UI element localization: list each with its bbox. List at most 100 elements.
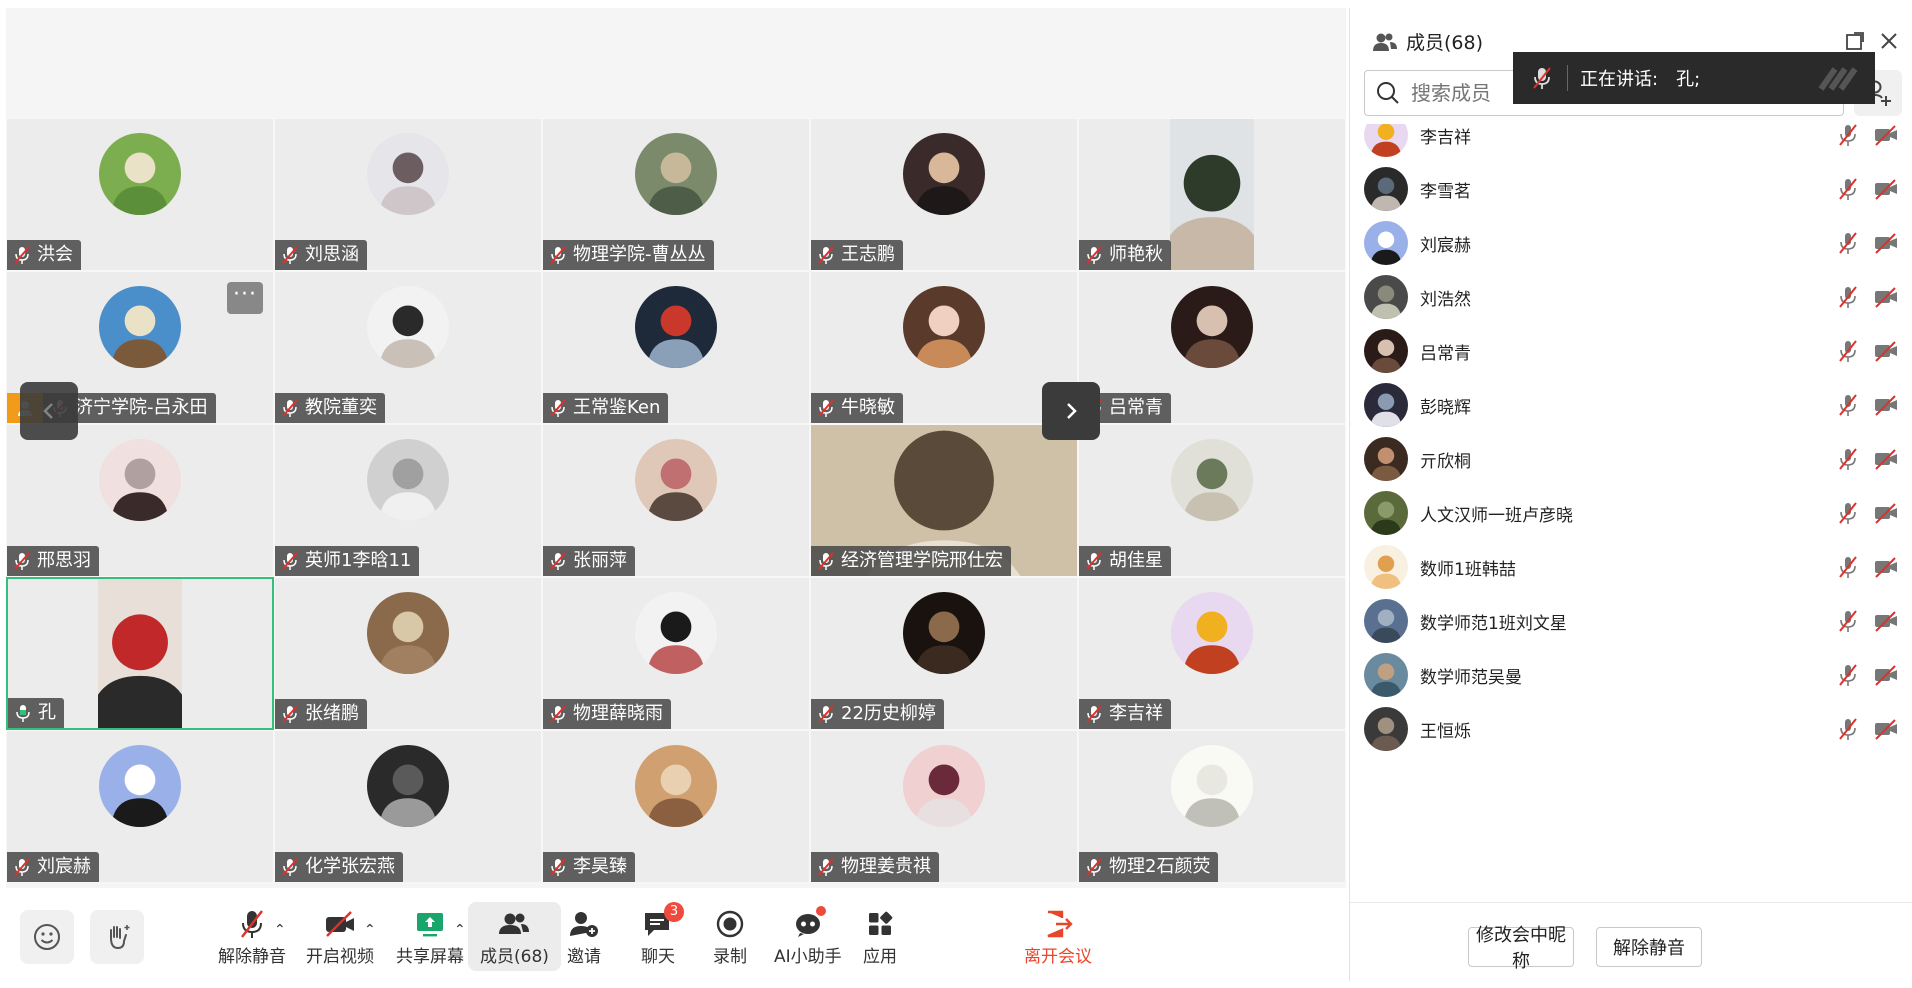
video-off-icon[interactable] xyxy=(1873,124,1899,148)
avatar-image xyxy=(1364,329,1408,373)
mic-off-icon[interactable] xyxy=(1835,608,1861,634)
video-grid: 洪会 刘思涵 物理学院-曹丛丛 王志鹏 师艳秋 ··· 济宁学院-吕永田 教院董奕… xyxy=(6,118,1346,883)
mic-off-icon[interactable] xyxy=(1835,662,1861,688)
mic-off-icon[interactable] xyxy=(1835,176,1861,202)
share-options-caret[interactable]: ⌃ xyxy=(454,922,466,938)
mic-off-icon[interactable] xyxy=(1835,230,1861,256)
unmute-member-button[interactable]: 解除静音 xyxy=(1596,927,1702,967)
mic-off-icon xyxy=(282,858,298,876)
mic-off-icon[interactable] xyxy=(1835,284,1861,310)
participant-tile[interactable]: 孔 xyxy=(6,577,274,730)
video-off-icon[interactable] xyxy=(1873,554,1899,580)
mic-off-icon[interactable] xyxy=(1835,124,1861,148)
video-options-caret[interactable]: ⌃ xyxy=(364,922,376,938)
participant-name: 化学张宏燕 xyxy=(305,856,395,877)
video-off-icon[interactable] xyxy=(1873,608,1899,634)
raise-hand-button[interactable] xyxy=(90,910,144,964)
invite-label: 邀请 xyxy=(567,947,601,967)
member-avatar xyxy=(1364,221,1408,265)
participant-name: 邢思羽 xyxy=(37,550,91,571)
avatar-image xyxy=(367,745,449,827)
record-button[interactable]: 录制 xyxy=(712,906,748,967)
avatar-image xyxy=(1171,286,1253,368)
next-page-button[interactable] xyxy=(1042,382,1100,440)
participant-tile[interactable]: 物理姜贵祺 xyxy=(810,730,1078,883)
participant-tile[interactable]: 牛晓敏 xyxy=(810,271,1078,424)
video-off-icon[interactable] xyxy=(1873,230,1899,256)
participant-name-tag: 胡佳星 xyxy=(1079,546,1171,576)
members-icon xyxy=(499,913,530,934)
participant-tile[interactable]: 张丽萍 xyxy=(542,424,810,577)
avatar-image xyxy=(367,592,449,674)
avatar-image xyxy=(635,286,717,368)
video-off-icon[interactable] xyxy=(1873,500,1899,526)
chat-button[interactable]: 3 聊天 xyxy=(640,902,684,967)
mic-off-icon xyxy=(1086,705,1102,723)
avatar-image xyxy=(1364,275,1408,319)
participant-tile[interactable]: 22历史柳婷 xyxy=(810,577,1078,730)
mic-off-icon[interactable] xyxy=(1835,392,1861,418)
participant-tile[interactable]: 教院董奕 xyxy=(274,271,542,424)
previous-page-button[interactable] xyxy=(20,382,78,440)
participant-tile[interactable]: 刘宸赫 xyxy=(6,730,274,883)
participant-tile[interactable]: 物理2石颜荧 xyxy=(1078,730,1346,883)
chat-unread-badge: 3 xyxy=(664,902,684,922)
participant-tile[interactable]: 物理学院-曹丛丛 xyxy=(542,118,810,271)
reaction-button[interactable] xyxy=(20,910,74,964)
participant-tile[interactable]: 王志鹏 xyxy=(810,118,1078,271)
rename-button[interactable]: 修改会中昵称 xyxy=(1468,925,1574,972)
close-panel-button[interactable] xyxy=(1878,30,1902,54)
video-off-icon[interactable] xyxy=(1873,176,1899,202)
mic-off-icon[interactable] xyxy=(1835,338,1861,364)
mic-off-icon xyxy=(282,705,298,723)
participant-name: 刘思涵 xyxy=(305,244,359,265)
participant-tile[interactable]: 化学张宏燕 xyxy=(274,730,542,883)
exit-icon xyxy=(1047,910,1073,938)
participant-tile[interactable]: 物理薛晓雨 xyxy=(542,577,810,730)
participant-tile[interactable]: 邢思羽 xyxy=(6,424,274,577)
apps-button[interactable]: 应用 xyxy=(862,906,898,967)
members-button[interactable]: 成员(68) xyxy=(468,902,561,971)
participant-avatar xyxy=(367,592,449,674)
participant-tile[interactable]: 王常鉴Ken xyxy=(542,271,810,424)
leave-meeting-label: 离开会议 xyxy=(1024,947,1092,967)
participant-name: 张丽萍 xyxy=(573,550,627,571)
participant-name: 吕常青 xyxy=(1109,397,1163,418)
participant-name-tag: 22历史柳婷 xyxy=(811,699,944,729)
participant-tile[interactable]: 吕常青 xyxy=(1078,271,1346,424)
video-off-icon[interactable] xyxy=(1873,662,1899,688)
participant-tile[interactable]: 李吉祥 xyxy=(1078,577,1346,730)
member-row[interactable]: 王恒烁 xyxy=(1364,696,1899,762)
more-options-button[interactable]: ··· xyxy=(227,282,263,314)
participant-tile[interactable]: 经济管理学院邢仕宏 xyxy=(810,424,1078,577)
mic-off-icon[interactable] xyxy=(1835,716,1861,742)
video-off-icon[interactable] xyxy=(1873,284,1899,310)
mic-off-icon[interactable] xyxy=(1835,554,1861,580)
popout-panel-button[interactable] xyxy=(1844,30,1868,54)
participant-tile[interactable]: 李昊臻 xyxy=(542,730,810,883)
mic-off-icon xyxy=(282,399,298,417)
mic-off-icon xyxy=(1086,246,1102,264)
participant-name: 王志鹏 xyxy=(841,244,895,265)
participant-tile[interactable]: 英师1李晗11 xyxy=(274,424,542,577)
video-off-icon[interactable] xyxy=(1873,338,1899,364)
avatar-image xyxy=(635,133,717,215)
participant-tile[interactable]: 洪会 xyxy=(6,118,274,271)
participant-tile[interactable]: 师艳秋 xyxy=(1078,118,1346,271)
participant-tile[interactable]: 胡佳星 xyxy=(1078,424,1346,577)
participant-tile[interactable]: 刘思涵 xyxy=(274,118,542,271)
leave-meeting-button[interactable]: 离开会议 xyxy=(1024,906,1092,967)
video-off-icon[interactable] xyxy=(1873,446,1899,472)
participant-tile[interactable]: 张绪鹏 xyxy=(274,577,542,730)
video-off-icon[interactable] xyxy=(1873,392,1899,418)
audio-options-caret[interactable]: ⌃ xyxy=(274,922,286,938)
mic-off-icon[interactable] xyxy=(1835,500,1861,526)
apps-grid-icon xyxy=(869,911,893,935)
mic-off-icon[interactable] xyxy=(1835,446,1861,472)
invite-button[interactable]: 邀请 xyxy=(566,906,602,967)
ai-assistant-button[interactable]: AI小助手 xyxy=(774,906,842,967)
video-off-icon[interactable] xyxy=(1873,716,1899,742)
participant-name: 胡佳星 xyxy=(1109,550,1163,571)
member-avatar xyxy=(1364,329,1408,373)
chat-label: 聊天 xyxy=(641,947,675,967)
